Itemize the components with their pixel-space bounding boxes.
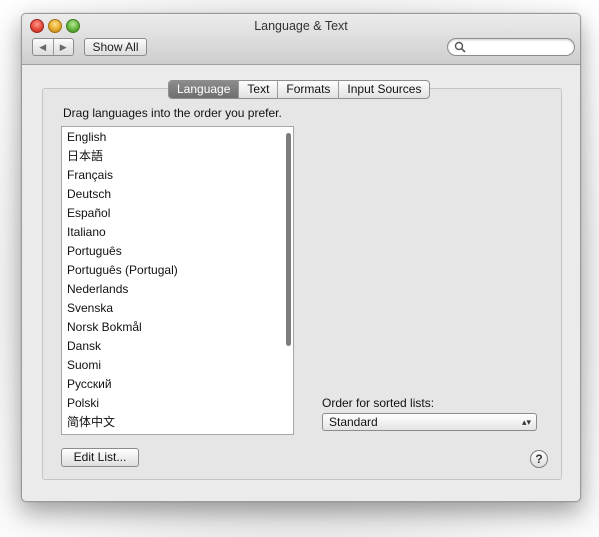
list-scrollbar-thumb[interactable] (286, 133, 291, 346)
tab-text[interactable]: Text (238, 81, 277, 98)
help-button[interactable]: ? (530, 450, 548, 468)
language-item[interactable]: Español (67, 204, 110, 223)
language-item[interactable]: Português (Portugal) (67, 261, 178, 280)
show-all-button[interactable]: Show All (84, 38, 147, 56)
language-item[interactable]: Svenska (67, 299, 113, 318)
language-item[interactable]: Deutsch (67, 185, 111, 204)
back-forward-control: ◀ ▶ (32, 38, 74, 56)
tab-formats[interactable]: Formats (277, 81, 338, 98)
language-list[interactable]: English 日本語 Français Deutsch Español Ita… (61, 126, 294, 435)
preferences-window: Language & Text ◀ ▶ Show All Drag langua… (21, 13, 581, 502)
search-icon (454, 41, 466, 53)
instruction-text: Drag languages into the order you prefer… (63, 106, 282, 120)
select-arrows-icon: ▴▾ (521, 417, 531, 427)
sorted-lists-select[interactable]: Standard ▴▾ (322, 413, 537, 431)
language-item[interactable]: English (67, 128, 106, 147)
edit-list-button[interactable]: Edit List... (61, 448, 139, 467)
sorted-lists-label: Order for sorted lists: (322, 396, 435, 410)
tab-language[interactable]: Language (169, 81, 239, 98)
language-item[interactable]: Dansk (67, 337, 101, 356)
back-button[interactable]: ◀ (33, 39, 53, 55)
language-item[interactable]: 日本語 (67, 147, 103, 166)
window-title: Language & Text (254, 19, 348, 33)
forward-button[interactable]: ▶ (52, 39, 74, 55)
language-item[interactable]: Norsk Bokmål (67, 318, 142, 337)
title-bar: Language & Text ◀ ▶ Show All (22, 14, 580, 65)
language-item[interactable]: Русский (67, 375, 112, 394)
tab-bar: Language Text Formats Input Sources (168, 80, 431, 99)
search-field[interactable] (447, 38, 575, 56)
language-item[interactable]: Français (67, 166, 113, 185)
language-item[interactable]: Italiano (67, 223, 106, 242)
sorted-lists-value: Standard (329, 415, 378, 429)
language-item[interactable]: Suomi (67, 356, 101, 375)
tab-input-sources[interactable]: Input Sources (338, 81, 429, 98)
language-item[interactable]: 简体中文 (67, 413, 115, 432)
language-item[interactable]: Nederlands (67, 280, 128, 299)
language-item[interactable]: Polski (67, 394, 99, 413)
language-item[interactable]: Português (67, 242, 122, 261)
tab-panel: Drag languages into the order you prefer… (42, 88, 562, 480)
